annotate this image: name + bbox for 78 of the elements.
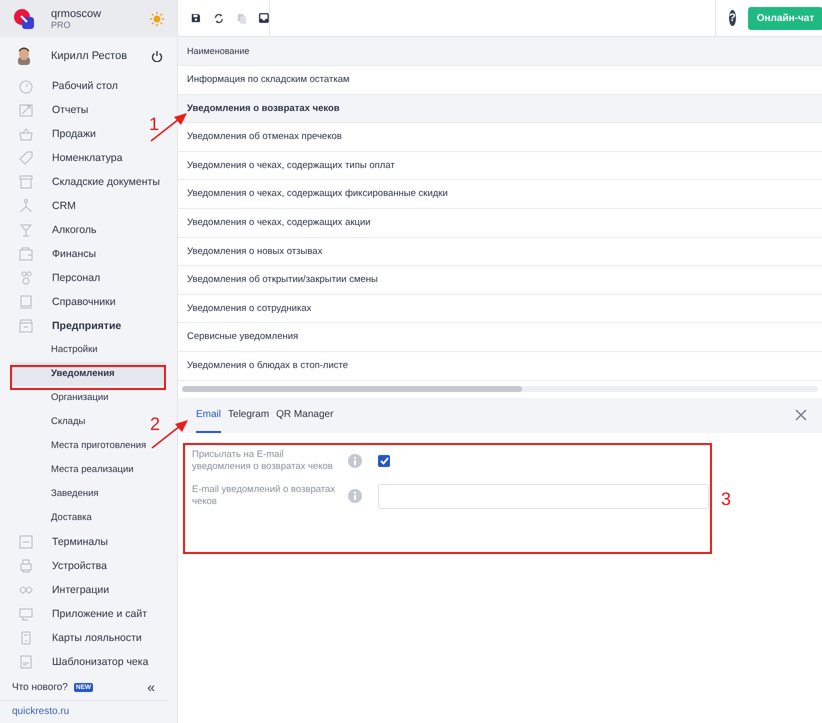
save-icon[interactable] <box>191 12 201 24</box>
annotation-number: 2 <box>150 414 160 435</box>
sidebar-item[interactable]: Продажи <box>52 128 96 140</box>
menu-icon <box>18 78 34 94</box>
table-row[interactable]: Уведомления о чеках, содержащих фиксированные скидки <box>178 180 822 209</box>
sidebar-subitem[interactable]: Доставка <box>0 506 92 530</box>
menu-icon <box>18 150 34 166</box>
sidebar-item[interactable]: Карты лояльности <box>52 632 142 644</box>
menu-icon <box>18 222 34 238</box>
inbox-icon[interactable] <box>259 12 269 24</box>
menu-icon <box>18 126 34 142</box>
menu-icon <box>18 534 34 550</box>
sidebar-item[interactable]: Приложение и сайт <box>52 608 148 620</box>
annotation-number: 3 <box>721 489 732 510</box>
power-icon[interactable] <box>151 50 163 62</box>
table-row[interactable]: Уведомления об открытии/закрытии смены <box>178 266 822 295</box>
annotation-arrow <box>149 111 189 143</box>
menu-icon <box>18 198 34 214</box>
sidebar-item[interactable]: Рабочий стол <box>52 80 118 92</box>
sidebar-item[interactable]: Персонал <box>52 272 100 284</box>
column-header[interactable]: Наименование <box>178 37 822 66</box>
brand-name: qrmoscow <box>51 8 102 20</box>
menu-icon <box>18 318 34 334</box>
sidebar-item[interactable]: Предприятие <box>52 320 122 332</box>
table-row[interactable]: Уведомления о блюдах в стоп-листе <box>178 352 822 381</box>
menu-icon <box>18 246 34 262</box>
table-row[interactable]: Уведомления об отменах пречеков <box>178 123 822 152</box>
table-row[interactable]: Уведомления о сотрудниках <box>178 294 822 324</box>
sidebar-subitem[interactable]: Места реализации <box>0 458 134 482</box>
sidebar-item[interactable]: Отчеты <box>52 104 88 116</box>
checkbox[interactable] <box>378 455 390 468</box>
refresh-icon[interactable] <box>214 12 224 24</box>
help-button[interactable]: ? <box>729 10 736 26</box>
whats-new-link[interactable]: Что нового? <box>12 682 68 692</box>
sidebar-subitem[interactable]: Уведомления <box>11 362 165 386</box>
input-field[interactable] <box>378 484 709 509</box>
sidebar-subitem[interactable]: Места приготовления <box>0 434 146 458</box>
menu-icon <box>18 294 34 310</box>
sidebar-item[interactable]: Складские документы <box>52 176 160 188</box>
scrollbar-thumb[interactable] <box>182 386 522 392</box>
plan-label: PRO <box>51 20 72 30</box>
user-name: Кирилл Рестов <box>51 50 128 62</box>
site-link[interactable]: quickresto.ru <box>0 701 82 722</box>
sun-icon[interactable] <box>149 10 165 26</box>
sidebar-item[interactable]: CRM <box>52 200 76 212</box>
sidebar-item[interactable]: Терминалы <box>52 536 108 548</box>
sidebar-item[interactable]: Интеграции <box>52 584 110 596</box>
field-label: E-mail уведомлений о возвратах чеков <box>192 484 336 509</box>
annotation-arrow <box>150 418 190 450</box>
field-label: Присылать на E-mail уведомления о возвратах чеков <box>192 448 334 474</box>
avatar-icon <box>16 46 32 64</box>
menu-icon <box>18 558 34 574</box>
sidebar-item[interactable]: Устройства <box>52 560 107 572</box>
table-row[interactable]: Уведомления о чеках, содержащих акции <box>178 208 822 238</box>
table-row[interactable]: Сервисные уведомления <box>178 323 822 352</box>
sidebar-item[interactable]: Номенклатура <box>52 152 122 164</box>
collapse-button[interactable]: « <box>147 679 155 695</box>
menu-icon <box>18 174 34 190</box>
sidebar-subitem[interactable]: Склады <box>0 410 86 434</box>
menu-icon <box>18 654 34 670</box>
menu-icon <box>18 102 34 118</box>
sidebar-subitem[interactable]: Заведения <box>0 482 99 506</box>
sidebar-item[interactable]: Финансы <box>52 248 96 260</box>
tab[interactable]: QR Manager <box>276 398 334 433</box>
tab[interactable]: Telegram <box>228 398 270 433</box>
sidebar-subitem[interactable]: Настройки <box>0 338 98 362</box>
tab[interactable]: Email <box>196 398 222 433</box>
table-row[interactable]: Уведомления о чеках, содержащих типы оплат <box>178 152 822 180</box>
annotation-number: 1 <box>149 114 160 135</box>
close-icon[interactable] <box>795 409 807 422</box>
sidebar-item[interactable]: Справочники <box>52 296 116 308</box>
table-row[interactable]: Уведомления о возвратах чеков <box>178 94 822 124</box>
menu-icon <box>18 606 34 622</box>
logo-icon <box>13 8 35 30</box>
sidebar-item[interactable]: Шаблонизатор чека <box>52 656 148 668</box>
sidebar-item[interactable]: Алкоголь <box>52 224 96 236</box>
sidebar-subitem[interactable]: Организации <box>0 386 108 410</box>
table-row[interactable]: Уведомления о новых отзывах <box>178 238 822 266</box>
